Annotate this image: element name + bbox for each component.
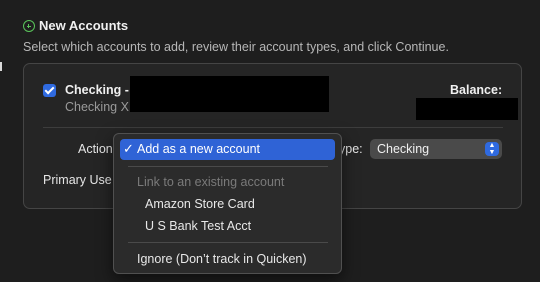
menu-item-label: Link to an existing account: [137, 175, 285, 189]
menu-item-label: Add as a new account: [137, 142, 260, 156]
account-type-value: Checking: [377, 142, 430, 156]
add-circle-icon: [23, 20, 35, 32]
menu-item-label: Amazon Store Card: [145, 197, 255, 211]
account-checkbox[interactable]: [43, 84, 56, 97]
checkmark-icon: ✓: [123, 141, 134, 156]
section-subtitle: Select which accounts to add, review the…: [23, 40, 449, 54]
section-title: New Accounts: [39, 18, 129, 33]
menu-item-add-new-account[interactable]: ✓ Add as a new account: [120, 139, 335, 160]
action-dropdown-menu: ✓ Add as a new account Link to an existi…: [113, 133, 342, 274]
menu-item-us-bank-test-acct[interactable]: U S Bank Test Acct: [120, 216, 335, 237]
menu-separator: [128, 166, 328, 167]
panel-divider: [43, 127, 503, 128]
balance-label: Balance:: [450, 83, 503, 97]
account-type-select[interactable]: Checking ▲ ▼: [370, 139, 502, 159]
balance-redaction-block: [416, 98, 518, 120]
window-edge-mark: [0, 62, 2, 71]
menu-separator: [128, 242, 328, 243]
primary-use-label: Primary Use: [43, 173, 112, 187]
menu-item-amazon-store-card[interactable]: Amazon Store Card: [120, 194, 335, 215]
menu-item-label: Ignore (Don’t track in Quicken): [137, 252, 307, 266]
menu-item-label: U S Bank Test Acct: [145, 219, 252, 233]
account-type-label: ype:: [339, 142, 363, 156]
menu-item-ignore[interactable]: Ignore (Don’t track in Quicken): [120, 249, 335, 270]
account-name: Checking -: [65, 83, 129, 97]
action-label: Action: [78, 142, 113, 156]
redaction-block: [130, 76, 329, 112]
chevron-updown-icon: ▲ ▼: [485, 142, 499, 156]
account-subname: Checking X: [65, 100, 129, 114]
menu-item-link-existing-header: Link to an existing account: [120, 172, 335, 193]
